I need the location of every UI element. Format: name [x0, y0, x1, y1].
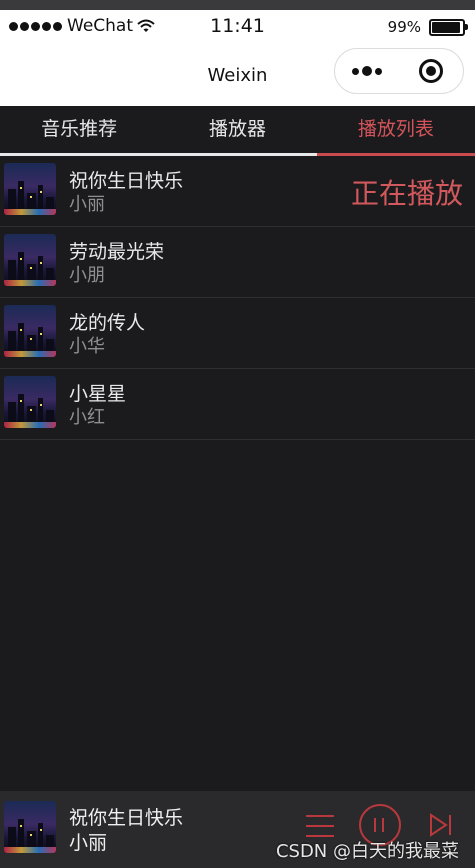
now-playing-label: 正在播放 [350, 177, 463, 210]
album-cover [4, 376, 56, 428]
app-root: WeChat 11:41 99% Weixin 音乐推荐 播放器 播放列表 祝你… [0, 0, 475, 868]
album-cover [4, 305, 56, 357]
list-item[interactable]: 龙的传人 小华 [0, 298, 475, 369]
album-cover [4, 163, 56, 215]
menu-capsule [334, 48, 464, 94]
mini-player[interactable]: 祝你生日快乐 小丽 CSDN @白天的我最菜 [0, 791, 475, 868]
list-item[interactable]: 劳动最光荣 小朋 [0, 227, 475, 298]
playlist: 祝你生日快乐 小丽 正在播放 劳动最光荣 小朋 龙的传人 小华 小星星 小红 [0, 156, 475, 440]
song-artist: 小华 [69, 336, 105, 357]
more-button[interactable] [335, 49, 399, 93]
status-bar: WeChat 11:41 99% [0, 10, 475, 46]
song-artist: 小丽 [69, 194, 105, 215]
close-icon [419, 59, 443, 83]
song-artist: 小红 [69, 407, 105, 428]
mini-player-artist: 小丽 [69, 832, 108, 854]
nav-bar: Weixin [0, 46, 475, 106]
status-right: 99% [387, 18, 468, 36]
next-track-icon[interactable] [428, 812, 454, 838]
tab-bar: 音乐推荐 播放器 播放列表 [0, 106, 475, 156]
tab-playlist[interactable]: 播放列表 [316, 106, 475, 156]
battery-icon [429, 18, 468, 36]
pause-icon [374, 818, 376, 832]
list-item[interactable]: 小星星 小红 [0, 369, 475, 440]
song-title: 祝你生日快乐 [69, 170, 184, 192]
top-strip [0, 0, 475, 10]
tab-recommend[interactable]: 音乐推荐 [0, 106, 158, 153]
close-button[interactable] [399, 49, 463, 93]
song-title: 劳动最光荣 [69, 241, 165, 263]
battery-percent: 99% [387, 18, 421, 36]
album-cover [4, 801, 56, 853]
mini-player-title: 祝你生日快乐 [69, 807, 184, 829]
song-title: 小星星 [69, 383, 127, 405]
song-title: 龙的传人 [69, 312, 146, 334]
more-icon [352, 67, 359, 75]
list-icon[interactable] [306, 813, 334, 839]
album-cover [4, 234, 56, 286]
list-item[interactable]: 祝你生日快乐 小丽 正在播放 [0, 156, 475, 227]
song-artist: 小朋 [69, 265, 105, 286]
watermark: CSDN @白天的我最菜 [275, 841, 459, 862]
tab-player[interactable]: 播放器 [158, 106, 316, 153]
